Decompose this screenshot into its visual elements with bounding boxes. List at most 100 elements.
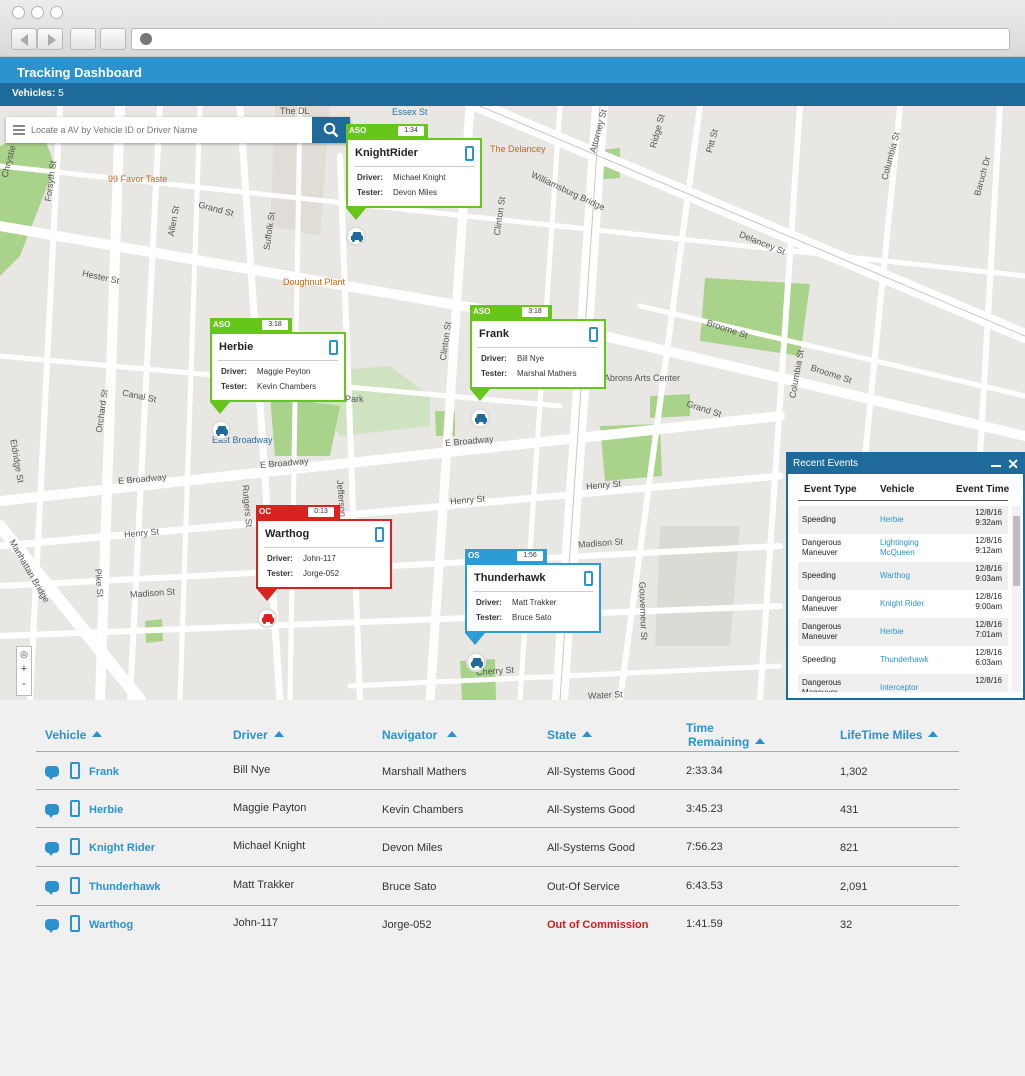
event-row[interactable]: Dangerous Maneuver Interceptor 12/8/16 bbox=[798, 674, 1008, 692]
driver-row: Driver: Bill Nye bbox=[481, 354, 545, 363]
sort-asc-icon[interactable] bbox=[928, 731, 939, 737]
column-header-driver[interactable]: Driver bbox=[233, 728, 284, 742]
column-header-vehicle[interactable]: Vehicle bbox=[45, 728, 103, 742]
event-vehicle-link[interactable]: Herbie bbox=[880, 515, 945, 525]
phone-icon[interactable] bbox=[70, 800, 80, 817]
vehicle-callout-frank[interactable]: ASO 3:18 Frank Driver: Bill Nye Tester: Ma… bbox=[470, 305, 606, 407]
event-row[interactable]: Speeding Herbie 12/8/16 9:32am bbox=[798, 506, 1008, 534]
phone-icon[interactable] bbox=[465, 146, 474, 161]
vehicle-callout-herbie[interactable]: ASO 3:18 Herbie Driver: Maggie Peyton Tes… bbox=[210, 318, 346, 420]
state-cell: All-Systems Good bbox=[547, 842, 636, 854]
event-type: Dangerous Maneuver bbox=[802, 538, 842, 557]
driver-cell: Bill Nye bbox=[233, 764, 271, 776]
vehicle-link[interactable]: Frank bbox=[89, 766, 119, 778]
vehicle-name: Herbie bbox=[219, 341, 254, 353]
column-header-vehicle[interactable]: Vehicle bbox=[880, 484, 914, 495]
car-icon bbox=[471, 658, 483, 668]
vehicle-callout-thunderhawk[interactable]: OS 1:56 Thunderhawk Driver: Matt Trakker … bbox=[465, 549, 601, 651]
column-header-state[interactable]: State bbox=[547, 728, 593, 742]
window-minimize-dot[interactable] bbox=[31, 6, 44, 19]
column-header-time-remaining[interactable]: Time Remaining bbox=[686, 721, 766, 749]
phone-icon[interactable] bbox=[375, 527, 384, 542]
sort-asc-icon[interactable] bbox=[447, 731, 458, 737]
phone-icon[interactable] bbox=[70, 877, 80, 894]
events-scrollbar[interactable] bbox=[1012, 506, 1021, 692]
window-close-dot[interactable] bbox=[12, 6, 25, 19]
vehicle-link[interactable]: Herbie bbox=[89, 804, 123, 816]
event-row[interactable]: Dangerous Maneuver Knight Rider 12/8/16 9… bbox=[798, 590, 1008, 618]
event-vehicle-link[interactable]: Thunderhawk bbox=[880, 655, 945, 665]
sort-asc-icon[interactable] bbox=[755, 738, 766, 744]
car-marker-thunderhawk[interactable] bbox=[466, 652, 486, 672]
search-button[interactable] bbox=[312, 117, 350, 143]
chat-icon[interactable] bbox=[45, 881, 59, 895]
phone-icon[interactable] bbox=[589, 327, 598, 342]
column-header-event-type[interactable]: Event Type bbox=[804, 484, 857, 495]
event-row[interactable]: Dangerous Maneuver Herbie 12/8/16 7:01am bbox=[798, 618, 1008, 646]
event-vehicle-link[interactable]: Interceptor bbox=[880, 683, 945, 692]
event-vehicle-link[interactable]: Lightinging McQueen bbox=[880, 538, 945, 558]
browser-button-2[interactable] bbox=[100, 28, 126, 50]
column-header-navigator[interactable]: Navigator bbox=[382, 728, 458, 742]
divider bbox=[354, 166, 474, 167]
phone-icon[interactable] bbox=[329, 340, 338, 355]
chat-icon[interactable] bbox=[45, 919, 59, 933]
phone-icon[interactable] bbox=[584, 571, 593, 586]
event-row[interactable]: Dangerous Maneuver Lightinging McQueen 1… bbox=[798, 534, 1008, 562]
event-row[interactable]: Speeding Thunderhawk 12/8/16 6:03am bbox=[798, 646, 1008, 674]
vehicle-callout-warthog[interactable]: OC 0:13 Warthog Driver: John-117 Tester: J… bbox=[256, 505, 392, 607]
vehicle-link[interactable]: Knight Rider bbox=[89, 842, 155, 854]
event-row[interactable]: Speeding Warthog 12/8/16 9:03am bbox=[798, 562, 1008, 590]
browser-button-1[interactable] bbox=[70, 28, 96, 50]
sort-asc-icon[interactable] bbox=[92, 731, 103, 737]
event-type: Dangerous Maneuver bbox=[802, 594, 842, 613]
chat-icon[interactable] bbox=[45, 842, 59, 856]
driver-cell: Maggie Payton bbox=[233, 802, 307, 814]
map-label: The DL bbox=[280, 106, 310, 116]
tester-row: Tester: Devon Miles bbox=[357, 188, 438, 197]
scrollbar-thumb[interactable] bbox=[1013, 516, 1020, 586]
callout-pointer bbox=[257, 589, 277, 601]
state-cell: Out-Of Service bbox=[547, 881, 620, 893]
vehicle-callout-knightrider[interactable]: ASO 1:34 KnightRider Driver: Michael Knig… bbox=[346, 124, 482, 226]
time-badge: 1:56 bbox=[517, 551, 543, 561]
event-vehicle-link[interactable]: Herbie bbox=[880, 627, 945, 637]
column-header-event-time[interactable]: Event Time bbox=[956, 484, 1009, 495]
url-bar[interactable] bbox=[131, 28, 1010, 50]
hamburger-icon[interactable] bbox=[13, 125, 25, 135]
event-vehicle-link[interactable]: Knight Rider bbox=[880, 599, 945, 609]
locate-icon[interactable]: ◎ bbox=[17, 647, 31, 662]
car-icon bbox=[216, 426, 228, 436]
back-button[interactable] bbox=[11, 28, 37, 50]
map-label: Doughnut Plant bbox=[283, 277, 346, 287]
minimize-icon[interactable] bbox=[991, 465, 1001, 467]
window-maximize-dot[interactable] bbox=[50, 6, 63, 19]
column-header-lifetime-miles[interactable]: LifeTime Miles bbox=[840, 728, 939, 742]
search-input[interactable] bbox=[31, 121, 311, 139]
phone-icon[interactable] bbox=[70, 838, 80, 855]
sort-asc-icon[interactable] bbox=[273, 731, 284, 737]
phone-icon[interactable] bbox=[70, 762, 80, 779]
phone-icon[interactable] bbox=[70, 915, 80, 932]
miles-cell: 2,091 bbox=[840, 881, 868, 893]
forward-button[interactable] bbox=[37, 28, 63, 50]
sort-asc-icon[interactable] bbox=[582, 731, 593, 737]
chat-icon[interactable] bbox=[45, 804, 59, 818]
chat-icon[interactable] bbox=[45, 766, 59, 780]
car-marker-warthog[interactable] bbox=[257, 608, 277, 628]
car-marker-knightrider[interactable] bbox=[346, 226, 366, 246]
zoom-out-button[interactable]: - bbox=[17, 677, 31, 692]
event-vehicle-link[interactable]: Warthog bbox=[880, 571, 945, 581]
map-label: Water St bbox=[587, 689, 623, 700]
car-marker-herbie[interactable] bbox=[211, 420, 231, 440]
zoom-in-button[interactable]: + bbox=[17, 662, 31, 677]
miles-cell: 1,302 bbox=[840, 766, 868, 778]
car-marker-frank[interactable] bbox=[470, 408, 490, 428]
callout-pointer bbox=[465, 633, 485, 645]
close-icon[interactable]: ✕ bbox=[1007, 456, 1019, 472]
row-divider bbox=[36, 789, 959, 790]
events-list[interactable]: Speeding Herbie 12/8/16 9:32am Dangerous … bbox=[798, 506, 1008, 692]
vehicle-link[interactable]: Warthog bbox=[89, 919, 133, 931]
vehicle-link[interactable]: Thunderhawk bbox=[89, 881, 161, 893]
vehicles-bar: Vehicles: 5 bbox=[0, 83, 1025, 106]
